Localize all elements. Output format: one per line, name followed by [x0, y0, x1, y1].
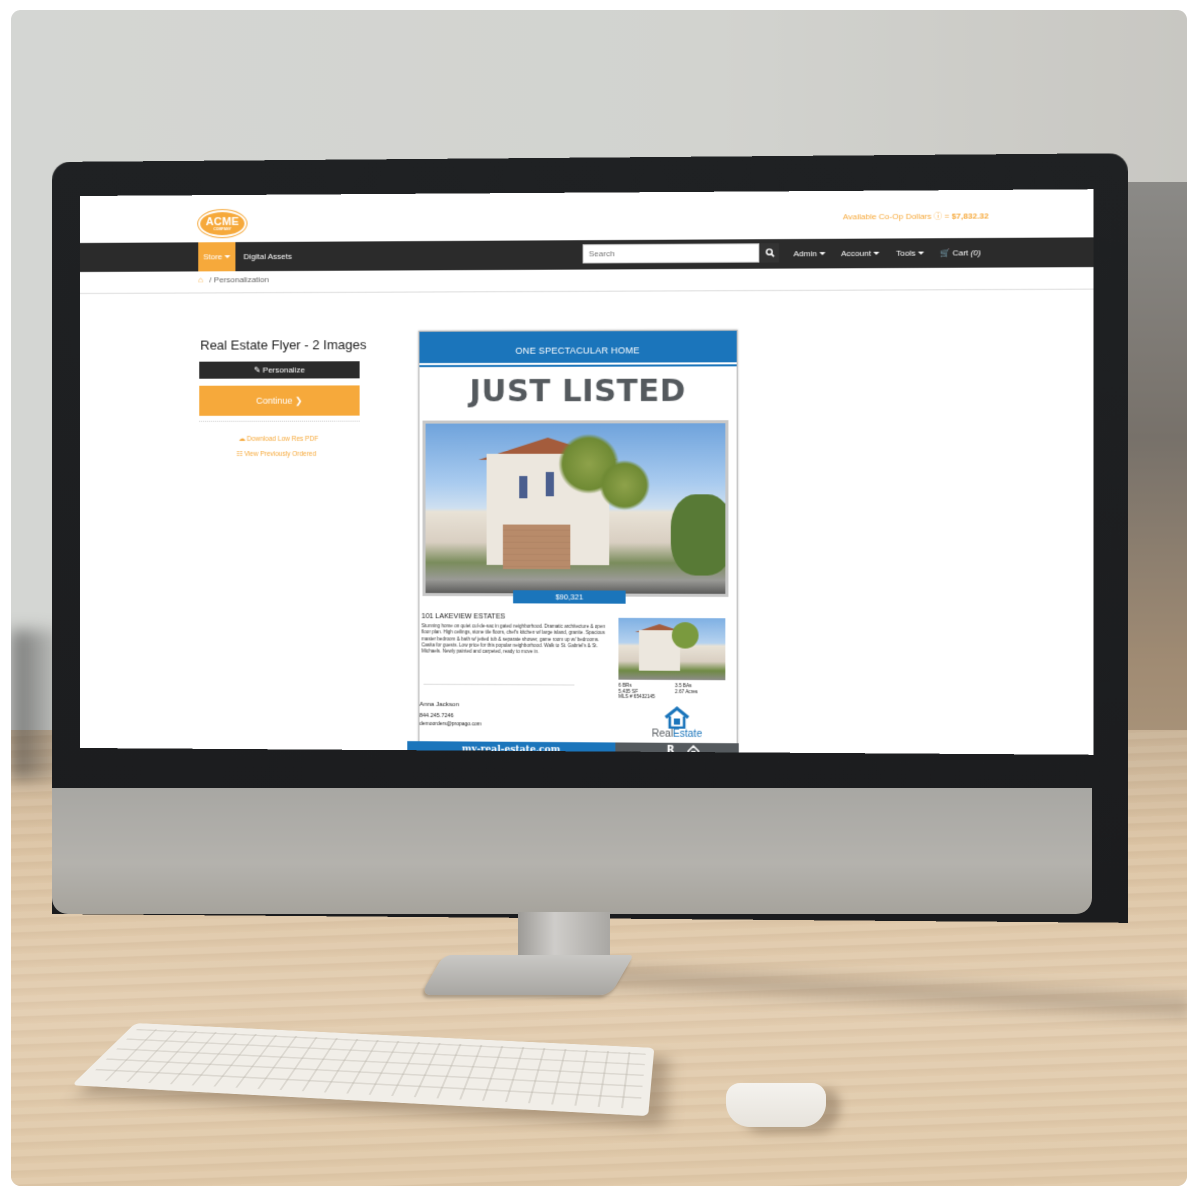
flyer-headline: JUST LISTED	[469, 373, 686, 410]
personalize-label: Personalize	[262, 365, 305, 375]
home-icon[interactable]: ⌂	[198, 275, 203, 284]
mouse	[726, 1083, 826, 1127]
browser-screen: ACME COMPANY Available Co-Op Dollars ⓘ =…	[80, 189, 1094, 755]
flyer-preview: ONE SPECTACULAR HOME JUST LISTED $90,321…	[407, 329, 739, 755]
personalize-button[interactable]: ✎ Personalize	[199, 361, 360, 379]
flyer-main-photo	[422, 420, 729, 597]
chevron-right-icon: ❯	[294, 395, 303, 406]
brand-part2: Estate	[672, 728, 703, 740]
dotted-divider	[199, 420, 360, 422]
real-estate-brand: RealEstate	[646, 728, 708, 741]
logo-sub-text: COMPANY	[213, 226, 232, 231]
flyer-banner-line	[419, 364, 737, 368]
search-button[interactable]	[760, 243, 779, 263]
monitor-stand-base	[420, 955, 634, 995]
palm-tree	[671, 622, 699, 649]
flyer-price: $90,321	[513, 590, 626, 604]
breadcrumb-separator: /	[209, 275, 212, 285]
cloud-download-icon: ☁	[238, 435, 246, 443]
breadcrumb: ⌂ / Personalization	[198, 275, 269, 284]
nav-store-label: Store	[203, 252, 223, 262]
search-input[interactable]	[582, 243, 760, 264]
flyer-agent-name: Anna Jackson	[419, 700, 459, 709]
breadcrumb-current: Personalization	[213, 275, 269, 285]
download-pdf-label: Download Low Res PDF	[246, 435, 319, 443]
question-circle-icon[interactable]: ⓘ	[934, 212, 942, 221]
caret-down-icon	[917, 251, 924, 256]
nav-account-dropdown[interactable]: Account	[841, 239, 880, 269]
flyer-specs-right: 3.5 BAs 2.67 Acres	[675, 683, 698, 694]
acme-logo[interactable]: ACME COMPANY	[197, 208, 248, 239]
monitor-chin	[52, 788, 1092, 914]
house-shutter	[545, 472, 554, 497]
caret-down-icon	[224, 255, 231, 259]
nav-tools-dropdown[interactable]: Tools	[896, 238, 924, 268]
breadcrumb-divider	[80, 288, 1094, 294]
nav-digital-assets[interactable]: Digital Assets	[243, 242, 291, 271]
coop-dollars: Available Co-Op Dollars ⓘ = $7,832.32	[843, 210, 989, 222]
continue-label: Continue	[256, 395, 293, 406]
flyer-description: Stunning home on quiet cul-de-sac in gat…	[421, 623, 606, 655]
nav-cart[interactable]: 🛒 Cart (0)	[940, 238, 981, 268]
coop-label: Available Co-Op Dollars	[842, 211, 932, 222]
spec-mls: MLS # 65432145	[618, 693, 656, 700]
nav-account-label: Account	[841, 248, 872, 259]
flyer-secondary-photo	[618, 617, 726, 681]
site-header: ACME COMPANY Available Co-Op Dollars ⓘ =…	[80, 189, 1094, 243]
real-estate-logo: RealEstate	[646, 706, 708, 741]
flyer-address: 101 LAKEVIEW ESTATES	[421, 613, 506, 621]
coop-amount: $7,832.32	[951, 211, 989, 221]
caret-down-icon	[873, 252, 880, 256]
flyer-banner: ONE SPECTACULAR HOME	[419, 330, 737, 364]
search-icon	[765, 248, 774, 257]
nav-admin-label: Admin	[793, 249, 817, 259]
spec-acres: 2.67 Acres	[674, 688, 698, 694]
house-logo-icon	[663, 706, 692, 728]
cart-label: Cart	[952, 248, 969, 258]
nav-tools-label: Tools	[896, 248, 916, 258]
binoculars-icon: ☷	[236, 450, 243, 458]
cart-count: (0)	[970, 248, 981, 258]
flyer-divider	[423, 683, 575, 686]
flyer-agent-phone: 844.245.7246	[419, 712, 454, 720]
logo-main-text: ACME	[205, 215, 240, 228]
coop-separator: =	[944, 211, 950, 221]
nav-admin-dropdown[interactable]: Admin	[793, 239, 826, 269]
pencil-icon: ✎	[253, 365, 261, 375]
continue-button[interactable]: Continue ❯	[199, 385, 360, 416]
palm-tree	[598, 459, 651, 511]
view-previously-ordered-label: View Previously Ordered	[244, 450, 317, 458]
cart-icon: 🛒	[939, 248, 951, 258]
flyer-agent-email: demoorders@propago.com	[419, 721, 482, 728]
flyer-specs-left: 6 BRs 5,435 SF MLS # 65432145	[618, 683, 655, 700]
brand-part1: Real	[651, 728, 673, 740]
nav-store-dropdown[interactable]: Store	[198, 242, 236, 272]
download-pdf-link[interactable]: ☁ Download Low Res PDF	[238, 435, 318, 443]
house-shutter	[519, 476, 528, 499]
tree	[670, 494, 729, 576]
view-previously-ordered-link[interactable]: ☷ View Previously Ordered	[236, 450, 316, 458]
product-title: Real Estate Flyer - 2 Images	[200, 337, 367, 353]
caret-down-icon	[819, 252, 826, 256]
house-garage	[502, 524, 571, 570]
